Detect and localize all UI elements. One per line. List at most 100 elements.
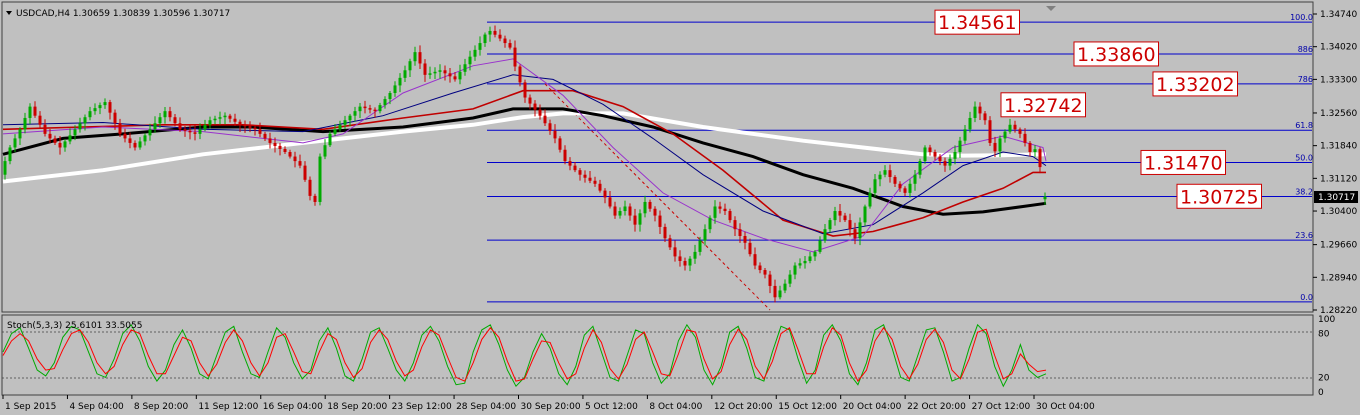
time-tick-label: 8 Sep 20:00 [134, 402, 189, 412]
candle-body [568, 161, 572, 166]
candle-body [468, 56, 472, 65]
candle-body [583, 174, 587, 178]
candle-body [653, 208, 657, 216]
time-tick-label: 8 Oct 04:00 [649, 402, 702, 412]
candle-body [548, 123, 552, 131]
candle-body [833, 211, 837, 221]
candle-body [853, 229, 857, 239]
candle-body [698, 240, 702, 252]
candle-body [208, 120, 212, 125]
candle-body [58, 142, 62, 148]
candle-body [638, 213, 642, 225]
candle-body [863, 206, 867, 223]
candle-body [203, 124, 207, 130]
candle-body [473, 49, 477, 57]
candle-body [1003, 131, 1007, 139]
time-tick-label: 22 Oct 20:00 [907, 402, 966, 412]
candle-body [968, 117, 972, 130]
candle-body [438, 70, 442, 72]
candle-body [918, 161, 922, 175]
price-tick-label: 1.34740 [1320, 10, 1357, 20]
fib-label-5: 38.2 [1295, 188, 1313, 197]
fib-label-0: 100.0 [1290, 13, 1313, 22]
candle-body [613, 206, 617, 216]
candle-body [978, 106, 982, 114]
candle-body [973, 106, 977, 118]
candle-body [128, 138, 132, 143]
candle-body [1028, 142, 1032, 153]
time-tick-label: 30 Oct 04:00 [1036, 402, 1095, 412]
callout-label-0: 1.34561 [938, 12, 1017, 34]
time-tick-label: 30 Sep 20:00 [521, 402, 581, 412]
candle-body [1043, 196, 1047, 200]
candle-body [213, 118, 217, 121]
candle-body [693, 251, 697, 259]
candle-body [538, 109, 542, 116]
candle-body [1018, 129, 1022, 134]
candle-body [183, 129, 187, 131]
candle-body [138, 141, 142, 148]
candle-body [423, 63, 427, 75]
candle-body [793, 265, 797, 275]
candle-body [543, 115, 547, 124]
candle-body [553, 130, 557, 139]
candle-body [313, 195, 317, 202]
time-tick-label: 15 Oct 12:00 [778, 402, 837, 412]
candle-body [818, 240, 822, 252]
candle-body [608, 197, 612, 207]
candle-body [618, 211, 622, 216]
candle-body [663, 226, 667, 239]
candle-body [448, 73, 452, 77]
candle-body [383, 99, 387, 106]
candle-body [43, 124, 47, 134]
candle-body [798, 263, 802, 266]
candle-body [528, 97, 532, 104]
time-tick-label: 11 Sep 12:00 [198, 402, 258, 412]
candle-body [298, 161, 302, 166]
candle-body [393, 85, 397, 93]
candle-body [13, 138, 17, 148]
candle-body [73, 129, 77, 136]
candle-body [63, 141, 67, 148]
price-tick-label: 1.30400 [1320, 207, 1357, 217]
candle-body [388, 92, 392, 100]
candle-body [303, 165, 307, 180]
candle-body [433, 71, 437, 74]
candle-body [518, 66, 522, 83]
candle-body [428, 73, 432, 75]
candle-body [813, 251, 817, 257]
candle-body [118, 123, 122, 134]
candle-body [733, 220, 737, 230]
stoch-tick-label: 20 [1318, 373, 1330, 383]
candle-body [498, 34, 502, 39]
candle-body [1023, 133, 1027, 143]
callout-label-2: 1.33202 [1156, 74, 1235, 96]
stoch-tick-label: 0 [1318, 388, 1324, 398]
candle-body [483, 34, 487, 44]
candle-body [488, 30, 492, 35]
candle-body [838, 211, 842, 216]
candle-body [103, 102, 107, 106]
candle-body [908, 183, 912, 193]
stoch-header: Stoch(5,3,3) 25.6101 33.5055 [7, 321, 142, 331]
candle-body [703, 229, 707, 241]
candle-body [763, 270, 767, 275]
candle-body [178, 123, 182, 130]
candle-body [673, 247, 677, 257]
price-tick-label: 1.28940 [1320, 273, 1357, 283]
candle-body [223, 115, 227, 118]
candle-body [108, 102, 112, 113]
candle-body [878, 174, 882, 180]
candle-body [8, 147, 12, 162]
candle-body [883, 170, 887, 175]
candle-body [803, 260, 807, 264]
candle-body [38, 115, 42, 125]
price-tick-label: 1.31120 [1320, 174, 1357, 184]
candle-body [408, 61, 412, 71]
candle-body [868, 192, 872, 207]
candle-body [378, 105, 382, 112]
candle-body [233, 118, 237, 122]
candle-body [403, 70, 407, 78]
candle-body [738, 229, 742, 236]
candle-body [163, 111, 167, 118]
